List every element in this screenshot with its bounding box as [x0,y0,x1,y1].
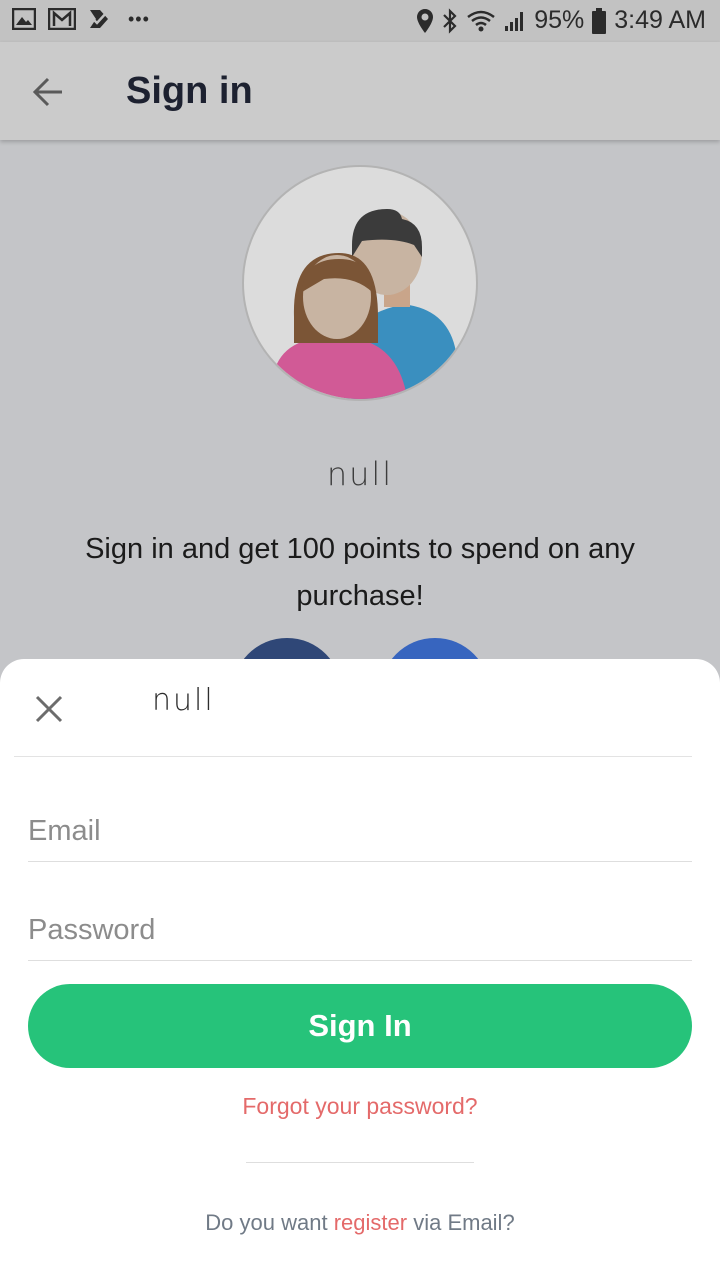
avatar [242,165,478,401]
notification-icons: ••• [12,8,150,30]
bluetooth-icon [443,7,457,34]
register-suffix: via Email? [413,1210,515,1235]
page-title: Sign in [126,70,253,112]
register-prompt: Do you want register via Email? [0,1210,720,1236]
couple-avatar-icon [274,209,456,399]
sign-in-sheet: null Sign In Forgot your password? Do yo… [0,659,720,1280]
register-prefix: Do you want [205,1210,328,1235]
register-link[interactable]: register [334,1210,407,1235]
more-dots-icon: ••• [128,8,150,29]
sheet-title: null [152,683,215,718]
password-field[interactable] [28,901,692,961]
tasks-icon [90,10,108,28]
system-icons: 95% 3:49 AM [416,6,706,35]
divider [246,1162,474,1163]
app-bar: Sign in [0,42,720,140]
status-bar: ••• 95% 3:49 AM [0,0,720,42]
promo-text: Sign in and get 100 points to spend on a… [85,533,635,612]
wifi-icon [467,10,495,31]
signal-icon [505,11,524,31]
battery-icon [592,7,607,34]
sign-in-button[interactable]: Sign In [28,984,692,1068]
user-name: null [326,455,394,493]
location-icon [417,8,434,33]
gmail-icon [48,8,76,30]
divider [14,756,692,757]
forgot-password-link[interactable]: Forgot your password? [0,1093,720,1120]
image-icon [12,8,36,30]
arrow-left-icon[interactable] [26,70,70,114]
email-field[interactable] [28,802,692,862]
battery-percent: 95% [534,6,585,34]
close-icon[interactable] [32,692,66,726]
clock: 3:49 AM [614,6,706,34]
